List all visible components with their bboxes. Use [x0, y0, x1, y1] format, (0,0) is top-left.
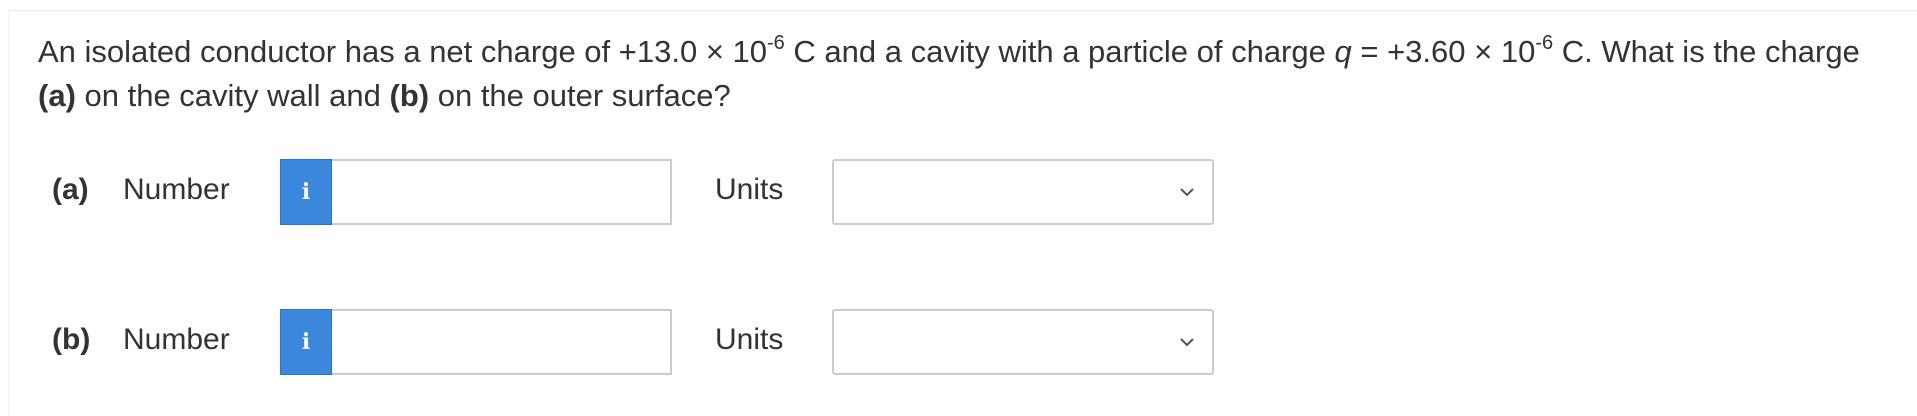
- info-button[interactable]: i: [280, 309, 332, 375]
- chevron-down-icon: [1180, 338, 1194, 347]
- units-select-a[interactable]: [832, 159, 1214, 225]
- number-label: Number: [123, 173, 230, 206]
- exponent: -6: [1535, 31, 1554, 54]
- question-segment: C and a cavity with a particle of charge: [784, 34, 1335, 69]
- units-label: Units: [715, 173, 784, 206]
- question-text: An isolated conductor has a net charge o…: [38, 30, 1888, 118]
- info-icon: i: [301, 179, 311, 205]
- answer-row-b: (b) Number i Units: [52, 309, 1252, 375]
- chevron-down-icon: [1180, 188, 1194, 197]
- question-page: An isolated conductor has a net charge o…: [0, 0, 1917, 416]
- answer-row-a: (a) Number i Units: [52, 159, 1252, 225]
- top-divider: [8, 10, 1917, 11]
- part-label: (a): [52, 173, 89, 206]
- question-segment: = +3.60 × 10: [1351, 34, 1536, 69]
- part-b-marker: (b): [389, 78, 430, 113]
- number-label: Number: [123, 323, 230, 356]
- left-divider: [8, 10, 9, 416]
- question-segment: C. What is the charge: [1553, 34, 1860, 69]
- number-input-a[interactable]: [332, 159, 672, 225]
- units-select-b[interactable]: [832, 309, 1214, 375]
- units-label: Units: [715, 323, 784, 356]
- info-icon: i: [301, 329, 311, 355]
- part-label: (b): [52, 323, 91, 356]
- question-segment: on the cavity wall and: [75, 78, 390, 113]
- part-a-marker: (a): [38, 78, 76, 113]
- exponent: -6: [767, 31, 785, 54]
- variable-q: q: [1334, 34, 1352, 69]
- number-input-b[interactable]: [332, 309, 672, 375]
- question-segment: on the outer surface?: [429, 78, 731, 113]
- info-button[interactable]: i: [280, 159, 332, 225]
- question-segment: An isolated conductor has a net charge o…: [38, 34, 768, 69]
